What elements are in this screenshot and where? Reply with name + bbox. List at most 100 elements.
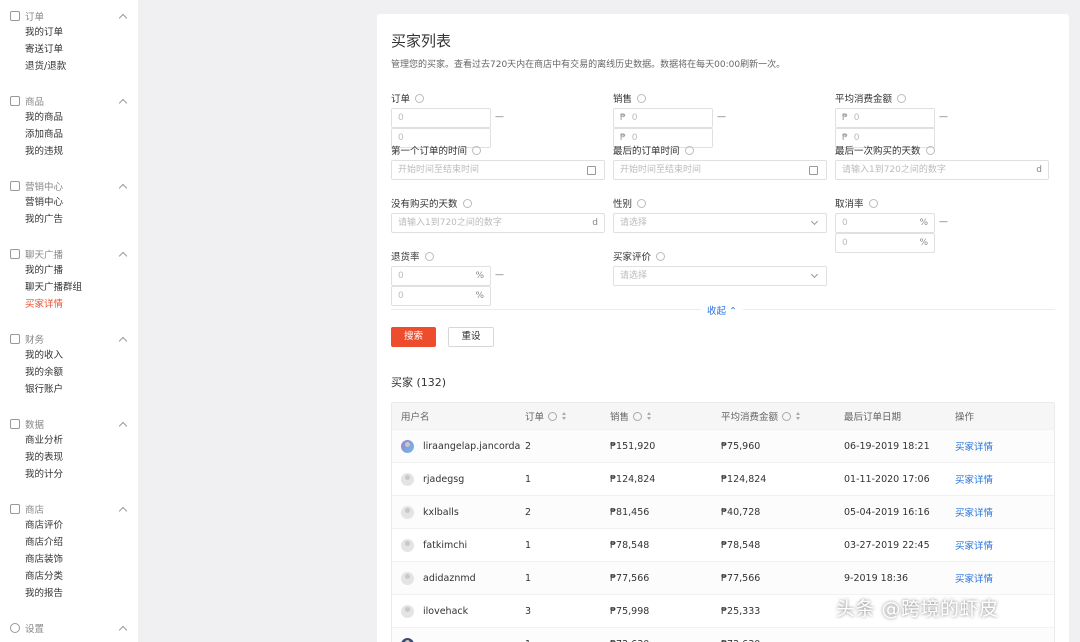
search-button[interactable]: 搜索 [391, 327, 436, 347]
gear-icon [10, 623, 20, 633]
sidebar-section: 订单 我的订单 寄送订单 退货/退款 [0, 0, 138, 85]
last-order-time-label: 最后的订单时间 [613, 144, 694, 157]
username: fatkimchi [423, 539, 468, 551]
sidebar-item[interactable]: 我的计分 [0, 466, 138, 483]
cancel-rate-max-input[interactable]: 0% [835, 233, 935, 253]
buyer-details-link[interactable]: 买家详情 [955, 505, 1045, 519]
username: rjadegsg [423, 473, 465, 485]
table-row: adidaznmd 1 ₱77,566 ₱77,566 9-2019 18:36 买家详情 [392, 561, 1054, 594]
buyer-details-link[interactable]: 买家详情 [955, 439, 1045, 453]
sales-min-input[interactable]: ₱ 0 [613, 108, 713, 128]
avg-spend-cell: ₱40,728 [721, 506, 761, 518]
orders-cell: 1 [525, 639, 610, 642]
avatar [401, 571, 414, 585]
buyer-rating-label: 买家评价 [613, 250, 666, 263]
sidebar-item[interactable]: 我的违规 [0, 143, 138, 160]
sidebar-item[interactable]: 买家详情 [0, 296, 138, 313]
return-rate-min-input[interactable]: 0% [391, 266, 491, 286]
orders-min-input[interactable]: 0 [391, 108, 491, 128]
last-order-date-cell: 9-2019 18:36 [844, 572, 909, 584]
help-icon [415, 93, 425, 103]
col-sales[interactable]: 销售 [610, 409, 721, 423]
calendar-icon [809, 166, 818, 175]
last-purchase-days-input[interactable]: 请输入1到720之间的数字 d [835, 160, 1049, 180]
orders-cell: 2 [525, 440, 532, 452]
sidebar-section-header[interactable]: 订单 [0, 8, 138, 24]
sidebar-item[interactable]: 商店分类 [0, 568, 138, 585]
gender-select[interactable]: 请选择 [613, 213, 827, 233]
sidebar-item[interactable]: 营销中心 [0, 194, 138, 211]
chevron-up-icon [118, 625, 128, 634]
sidebar-item[interactable]: 商店评价 [0, 517, 138, 534]
username: ilovehack [423, 605, 469, 617]
buyer-details-link[interactable]: 买家详情 [955, 472, 1045, 486]
range-dash: — [939, 217, 948, 227]
buyer-details-link[interactable]: 买家详情 [955, 538, 1045, 552]
collapse-filters-link[interactable]: 收起 ⌃ [701, 303, 743, 317]
avatar [401, 472, 414, 486]
chevron-up-icon [118, 13, 128, 22]
username: kxlballs [423, 506, 459, 518]
sidebar-item[interactable]: 聊天广播群组 [0, 279, 138, 296]
cancel-rate-label: 取消率 [835, 197, 878, 210]
sidebar-item[interactable]: 我的广告 [0, 211, 138, 228]
range-dash: — [717, 112, 726, 122]
chevron-down-icon [810, 217, 819, 226]
sidebar-section-header[interactable]: 财务 [0, 331, 138, 347]
sales-cell: ₱151,920 [610, 440, 656, 452]
col-avg-spend[interactable]: 平均消费金额 [721, 409, 844, 423]
sales-cell: ₱72,630 [610, 639, 721, 642]
buyer-rating-select[interactable]: 请选择 [613, 266, 827, 286]
sidebar-section-header[interactable]: 营销中心 [0, 178, 138, 194]
sidebar-item[interactable]: 我的余额 [0, 364, 138, 381]
sidebar-section-header[interactable]: 商品 [0, 93, 138, 109]
chart-icon [10, 419, 20, 429]
sidebar-item[interactable]: 我的订单 [0, 24, 138, 41]
sidebar-item[interactable]: 我的商品 [0, 109, 138, 126]
range-dash: — [495, 112, 504, 122]
col-orders[interactable]: 订单 [525, 409, 610, 423]
sidebar-item[interactable]: 添加商品 [0, 126, 138, 143]
sidebar: 订单 我的订单 寄送订单 退货/退款 商品 我的商品 添加商品 我的违规 营销中心 营销中心 我的广… [0, 0, 138, 642]
sales-cell: ₱75,998 [610, 605, 650, 617]
sidebar-section: 商品 我的商品 添加商品 我的违规 [0, 85, 138, 170]
help-icon [548, 411, 558, 421]
sidebar-item[interactable]: 我的表现 [0, 449, 138, 466]
avg-spend-min-input[interactable]: ₱ 0 [835, 108, 935, 128]
sidebar-item[interactable]: 商店装饰 [0, 551, 138, 568]
no-purchase-days-label: 没有购买的天数 [391, 197, 472, 210]
sidebar-item[interactable]: 寄送订单 [0, 41, 138, 58]
clipboard-icon [10, 11, 20, 21]
sidebar-section-header[interactable]: 商店 [0, 501, 138, 517]
no-purchase-days-input[interactable]: 请输入1到720之间的数字 d [391, 213, 605, 233]
sidebar-section-title: 营销中心 [25, 182, 64, 193]
col-username: 用户名 [401, 412, 430, 423]
return-rate-max-input[interactable]: 0% [391, 286, 491, 306]
sidebar-section-header[interactable]: 聊天广播 [0, 246, 138, 262]
buyer-details-link[interactable]: 买家详情 [955, 571, 1045, 585]
table-row: fatkimchi 1 ₱78,548 ₱78,548 03-27-2019 22:45… [392, 528, 1054, 561]
sidebar-item[interactable]: 商店介绍 [0, 534, 138, 551]
last-order-time-input[interactable]: 开始时间至结束时间 [613, 160, 827, 180]
sidebar-section: 营销中心 营销中心 我的广告 [0, 170, 138, 238]
first-order-time-input[interactable]: 开始时间至结束时间 [391, 160, 605, 180]
sort-icon [562, 412, 567, 420]
sidebar-item[interactable]: 我的报告 [0, 585, 138, 602]
help-icon [925, 145, 935, 155]
sidebar-item[interactable]: 退货/退款 [0, 58, 138, 75]
help-icon [637, 93, 647, 103]
cancel-rate-min-input[interactable]: 0% [835, 213, 935, 233]
sort-icon [796, 412, 801, 420]
sidebar-item[interactable]: 银行账户 [0, 381, 138, 398]
sidebar-item[interactable]: 商业分析 [0, 432, 138, 449]
username: adidaznmd [423, 572, 476, 584]
reset-button[interactable]: 重设 [448, 327, 494, 347]
sidebar-item[interactable]: 我的收入 [0, 347, 138, 364]
sidebar-section-header[interactable]: 设置 [0, 620, 138, 636]
avatar [401, 505, 414, 519]
col-last-order-date: 最后订单日期 [844, 412, 902, 423]
orders-cell: 1 [525, 539, 532, 551]
help-icon [897, 93, 907, 103]
sidebar-section-header[interactable]: 数据 [0, 416, 138, 432]
sidebar-item[interactable]: 我的广播 [0, 262, 138, 279]
